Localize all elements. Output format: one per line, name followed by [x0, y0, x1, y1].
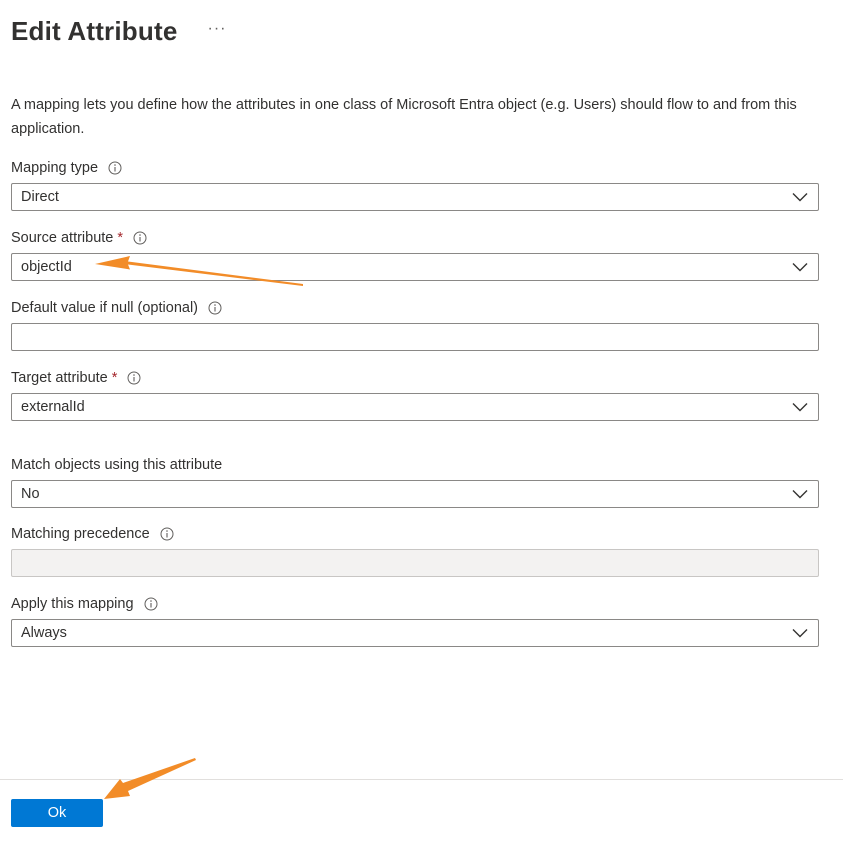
chevron-down-icon [792, 489, 808, 499]
source-attribute-dropdown[interactable]: objectId [11, 253, 819, 281]
target-attribute-label: Target attribute * [11, 370, 141, 386]
footer-divider [0, 779, 843, 780]
source-attribute-label-text: Source attribute [11, 230, 114, 246]
required-marker: * [117, 230, 124, 246]
default-value-label-text: Default value if null (optional) [11, 300, 198, 316]
chevron-down-icon [792, 262, 808, 272]
apply-mapping-dropdown[interactable]: Always [11, 619, 819, 647]
info-icon[interactable] [127, 371, 141, 385]
more-icon[interactable]: ··· [207, 20, 226, 44]
chevron-down-icon [792, 628, 808, 638]
match-objects-label-text: Match objects using this attribute [11, 457, 223, 473]
mapping-description: A mapping lets you define how the attrib… [11, 97, 797, 137]
chevron-down-icon [792, 192, 808, 202]
mapping-type-label-text: Mapping type [11, 160, 99, 176]
matching-precedence-label: Matching precedence [11, 526, 174, 542]
matching-precedence-input [11, 549, 819, 577]
apply-mapping-value: Always [21, 625, 67, 641]
default-value-input[interactable] [11, 323, 819, 351]
target-attribute-dropdown[interactable]: externalId [11, 393, 819, 421]
mapping-type-value: Direct [21, 189, 59, 205]
title-row: Edit Attribute ··· [11, 16, 226, 47]
mapping-type-dropdown[interactable]: Direct [11, 183, 819, 211]
chevron-down-icon [792, 402, 808, 412]
info-icon[interactable] [144, 597, 158, 611]
info-icon[interactable] [208, 301, 222, 315]
ok-button[interactable]: Ok [11, 799, 103, 827]
default-value-label: Default value if null (optional) [11, 300, 222, 316]
edit-attribute-panel: Edit Attribute ··· A mapping lets you de… [0, 0, 843, 844]
info-icon[interactable] [108, 161, 122, 175]
matching-precedence-label-text: Matching precedence [11, 526, 150, 542]
breadcrumb[interactable] [0, 0, 843, 4]
match-objects-label: Match objects using this attribute [11, 457, 222, 473]
source-attribute-value: objectId [21, 259, 72, 275]
page-title: Edit Attribute [11, 16, 178, 46]
apply-mapping-label: Apply this mapping [11, 596, 158, 612]
match-objects-value: No [21, 486, 40, 502]
source-attribute-label: Source attribute * [11, 230, 147, 246]
target-attribute-label-text: Target attribute [11, 370, 108, 386]
target-attribute-value: externalId [21, 399, 85, 415]
info-icon[interactable] [133, 231, 147, 245]
match-objects-dropdown[interactable]: No [11, 480, 819, 508]
required-marker: * [111, 370, 118, 386]
info-icon[interactable] [160, 527, 174, 541]
apply-mapping-label-text: Apply this mapping [11, 596, 134, 612]
mapping-type-label: Mapping type [11, 160, 122, 176]
